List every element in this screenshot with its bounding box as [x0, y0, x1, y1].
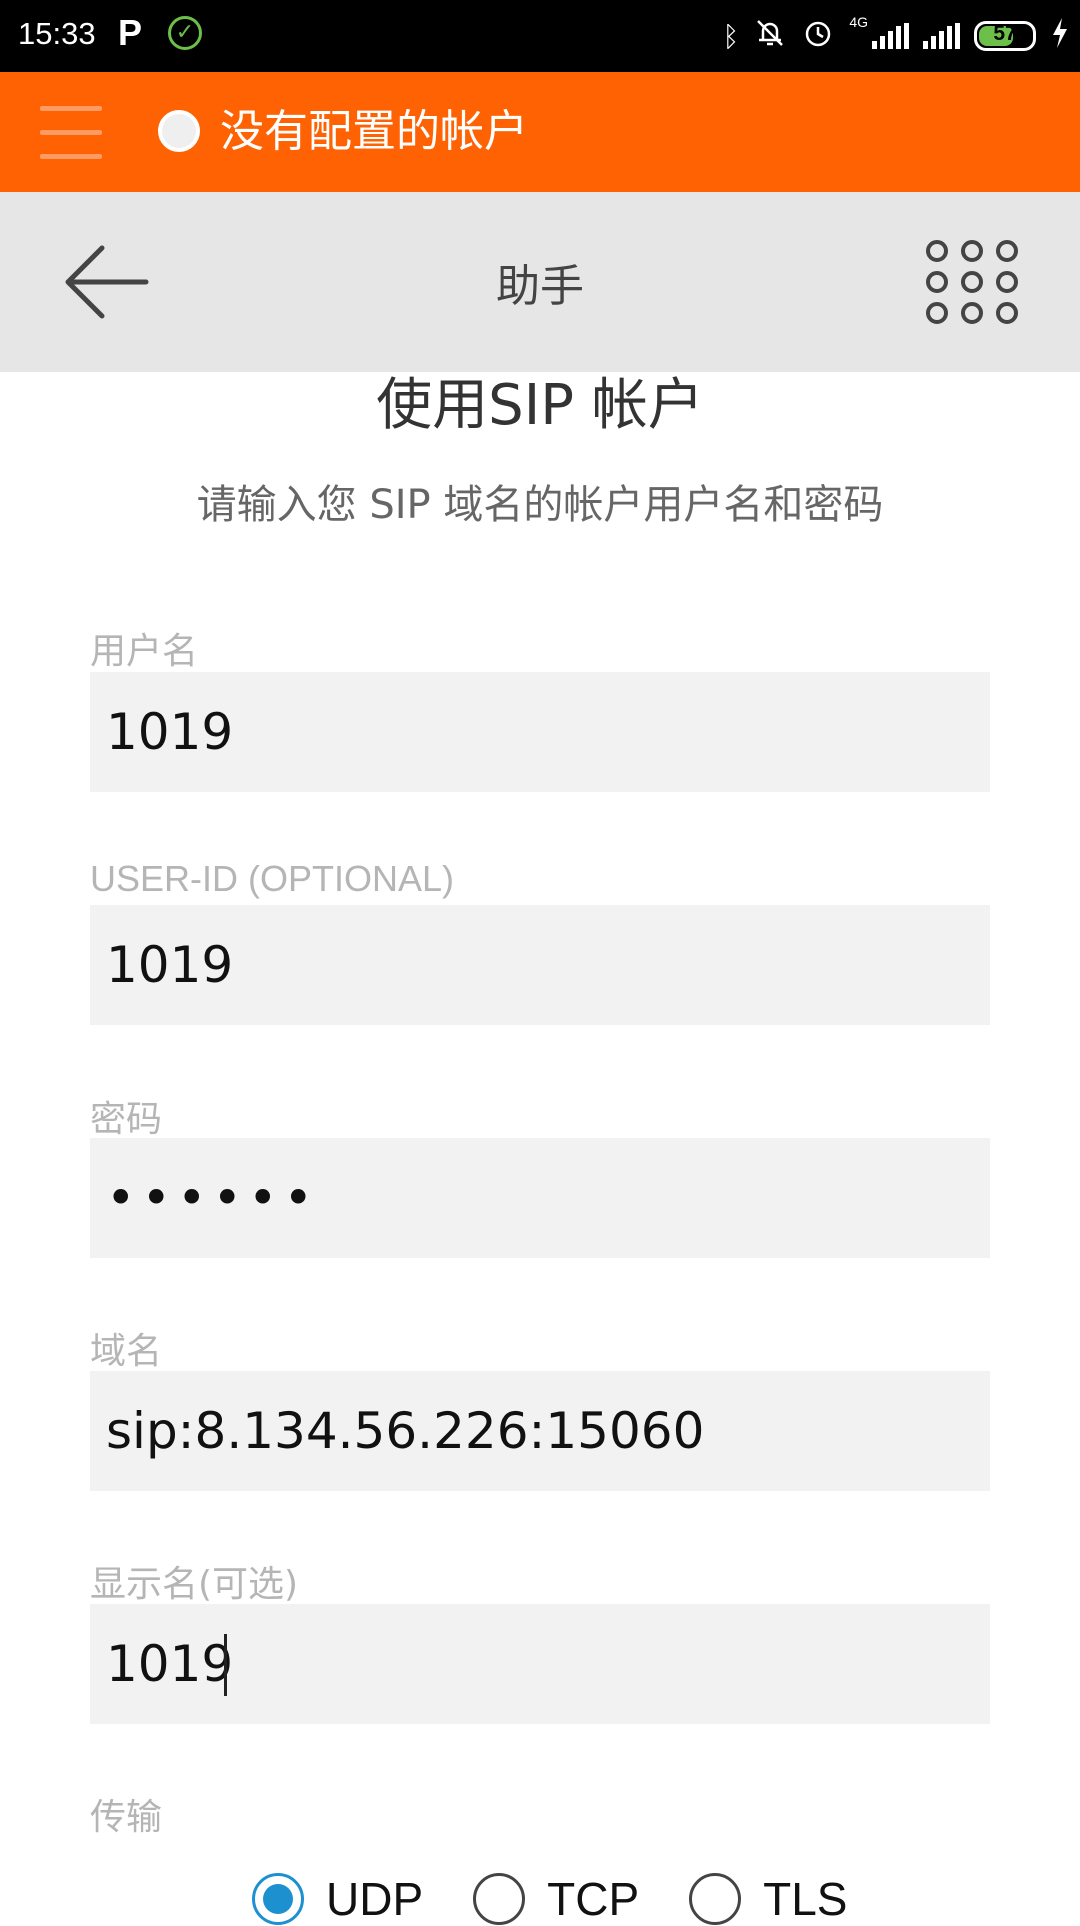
transport-option-tls[interactable]: TLS	[689, 1872, 848, 1926]
display-name-field[interactable]	[90, 1604, 990, 1724]
bluetooth-icon: ᛒ	[722, 19, 740, 53]
signal-2-icon	[923, 23, 960, 49]
userid-input[interactable]	[106, 905, 974, 1025]
account-bar: 没有配置的帐户	[0, 72, 1080, 192]
domain-field[interactable]	[90, 1371, 990, 1491]
display-name-label: 显示名(可选)	[90, 1564, 299, 1605]
section-title: 使用SIP 帐户	[376, 373, 704, 438]
mute-bell-icon	[753, 16, 787, 57]
account-status-icon	[158, 110, 200, 152]
password-input[interactable]	[106, 1138, 974, 1258]
network-type-label: 4G	[849, 14, 868, 30]
transport-label: 传输	[90, 1797, 163, 1838]
assistant-header: 助手	[0, 192, 1080, 372]
transport-radio-group: UDP TCP TLS	[252, 1872, 848, 1926]
userid-label: USER-ID (OPTIONAL)	[90, 858, 455, 899]
page-title: 助手	[496, 261, 584, 312]
radio-label-udp: UDP	[326, 1873, 424, 1925]
battery-icon: 57	[974, 21, 1036, 51]
parking-icon: P	[118, 12, 143, 53]
transport-option-udp[interactable]: UDP	[252, 1872, 423, 1926]
domain-input[interactable]	[106, 1371, 974, 1491]
userid-field[interactable]	[90, 905, 990, 1025]
battery-level: 57	[993, 22, 1017, 45]
check-circle-icon: ✓	[168, 16, 202, 50]
account-status-label[interactable]: 没有配置的帐户	[220, 102, 528, 162]
menu-icon[interactable]	[40, 100, 102, 164]
radio-tls[interactable]	[689, 1873, 742, 1925]
signal-icon	[872, 23, 909, 49]
radio-udp[interactable]	[252, 1873, 304, 1925]
status-bar: 15:33 P ✓ ᛒ 4G 57	[0, 0, 1080, 72]
username-field[interactable]	[90, 672, 990, 792]
username-input[interactable]	[106, 672, 974, 792]
password-label: 密码	[90, 1099, 163, 1140]
section-subtitle: 请输入您 SIP 域名的帐户用户名和密码	[196, 482, 884, 528]
text-cursor	[224, 1634, 227, 1696]
alarm-icon	[801, 16, 835, 57]
username-label: 用户名	[90, 631, 199, 672]
charging-icon	[1050, 16, 1070, 57]
transport-option-tcp[interactable]: TCP	[473, 1872, 639, 1926]
radio-label-tls: TLS	[763, 1873, 848, 1925]
password-field[interactable]	[90, 1138, 990, 1258]
status-icons: ᛒ 4G 57	[723, 14, 1071, 58]
status-time: 15:33	[18, 16, 96, 51]
domain-label: 域名	[90, 1331, 163, 1372]
dialpad-icon[interactable]	[926, 240, 1018, 332]
radio-label-tcp: TCP	[547, 1873, 640, 1925]
radio-tcp[interactable]	[473, 1873, 526, 1925]
display-name-input[interactable]	[106, 1604, 974, 1724]
